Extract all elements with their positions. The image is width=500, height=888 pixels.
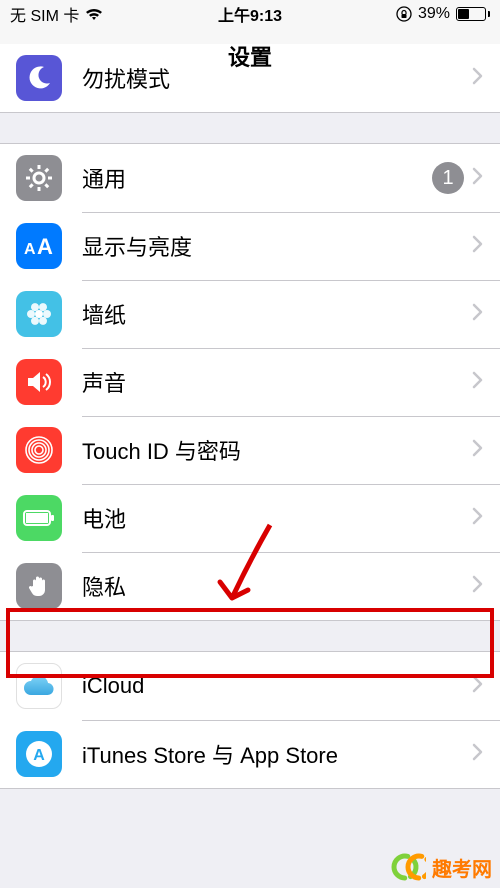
watermark: 趣考网 [390,852,492,882]
battery-icon [16,495,62,541]
cell-label: 隐私 [82,570,472,602]
cloud-icon [16,663,62,709]
flower-icon [16,291,62,337]
cell-battery[interactable]: 电池 [0,484,500,552]
moon-icon [16,55,62,101]
cell-sound[interactable]: 声音 [0,348,500,416]
status-bar: 无 SIM 卡 上午9:13 39% [0,0,500,28]
svg-text:A: A [33,747,45,764]
wifi-icon [85,7,103,21]
cell-itunes[interactable]: AiTunes Store 与 App Store [0,720,500,788]
cell-label: 显示与亮度 [82,230,472,262]
appstore-icon: A [16,731,62,777]
cell-label: 通用 [82,162,432,194]
cell-label: iTunes Store 与 App Store [82,738,472,770]
cell-label: Touch ID 与密码 [82,434,472,466]
cell-display[interactable]: AA 显示与亮度 [0,212,500,280]
cell-touchid[interactable]: Touch ID 与密码 [0,416,500,484]
chevron-right-icon [472,167,484,190]
cell-label: iCloud [82,673,472,699]
cell-general[interactable]: 通用1 [0,144,500,212]
cell-dnd[interactable]: 勿扰模式 [0,44,500,112]
chevron-right-icon [472,507,484,530]
aa-icon: AA [16,223,62,269]
settings-group: 通用1 AA 显示与亮度墙纸声音 Touch ID 与密码电池隐私 [0,143,500,621]
chevron-right-icon [472,743,484,766]
status-time: 上午9:13 [218,2,282,26]
cell-label: 电池 [82,502,472,534]
badge: 1 [432,162,464,194]
cell-label: 勿扰模式 [82,62,472,94]
watermark-text: 趣考网 [432,853,492,882]
settings-group: 勿扰模式 [0,44,500,113]
orientation-lock-icon [396,6,412,22]
gear-icon [16,155,62,201]
svg-text:A: A [24,241,36,258]
hand-icon [16,563,62,609]
chevron-right-icon [472,235,484,258]
watermark-logo-icon [390,852,426,882]
chevron-right-icon [472,67,484,90]
chevron-right-icon [472,303,484,326]
carrier-text: 无 SIM 卡 [10,2,79,26]
cell-icloud[interactable]: iCloud [0,652,500,720]
chevron-right-icon [472,439,484,462]
cell-label: 墙纸 [82,298,472,330]
fingerprint-icon [16,427,62,473]
battery-icon [456,7,490,21]
chevron-right-icon [472,675,484,698]
cell-privacy[interactable]: 隐私 [0,552,500,620]
cell-wallpaper[interactable]: 墙纸 [0,280,500,348]
settings-group: iCloud AiTunes Store 与 App Store [0,651,500,789]
chevron-right-icon [472,575,484,598]
cell-label: 声音 [82,366,472,398]
battery-percent: 39% [418,5,450,23]
svg-text:A: A [37,234,53,259]
speaker-icon [16,359,62,405]
chevron-right-icon [472,371,484,394]
